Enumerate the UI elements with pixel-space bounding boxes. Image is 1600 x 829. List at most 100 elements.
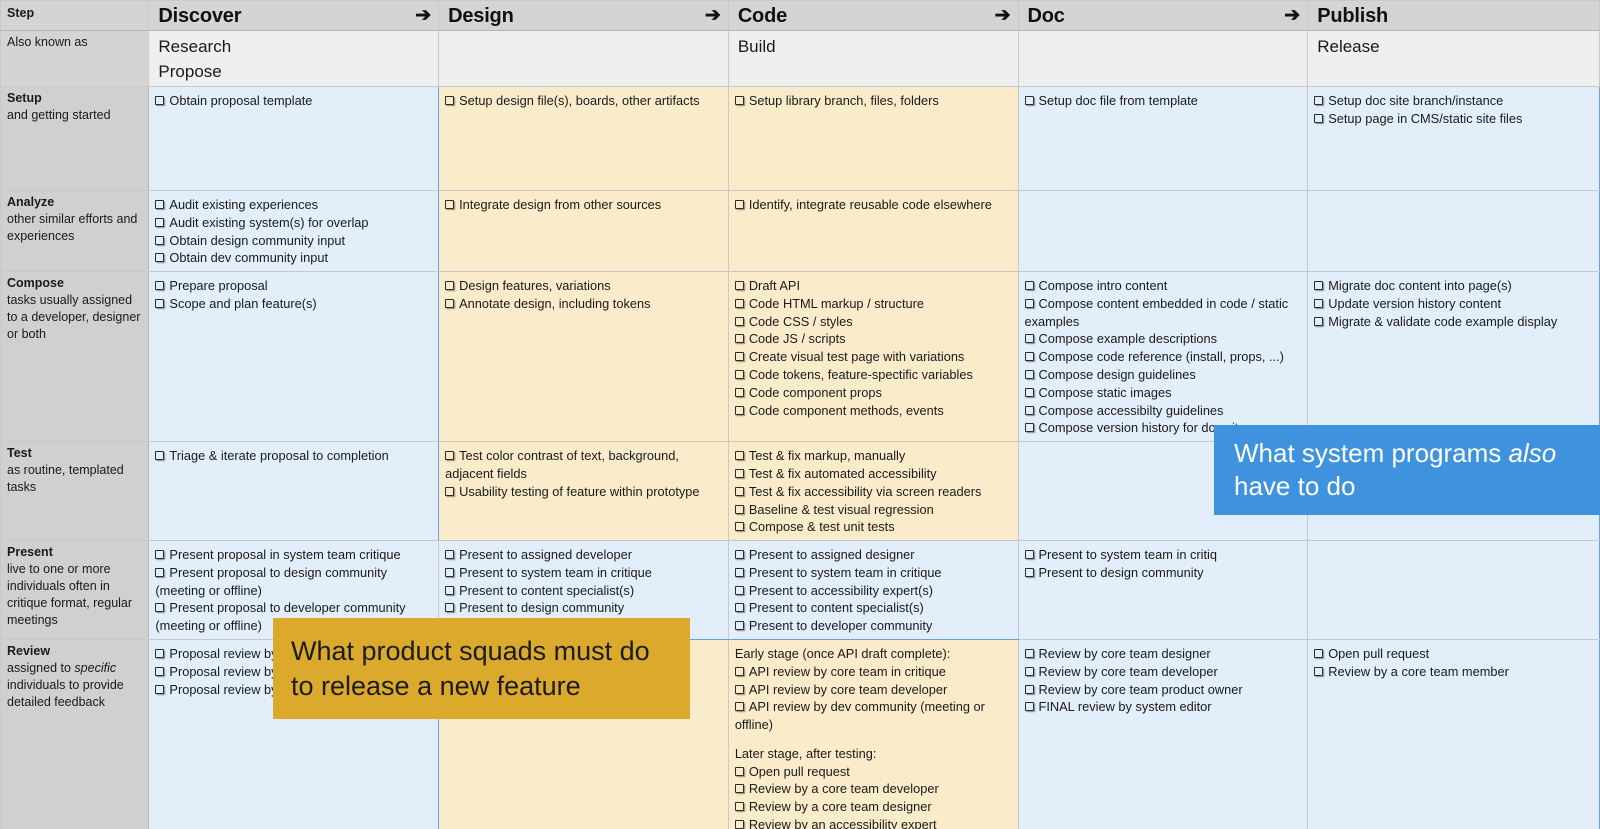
task-item[interactable]: Present to system team in critique	[445, 564, 722, 582]
task-item[interactable]: Audit existing system(s) for overlap	[155, 214, 432, 232]
task-item[interactable]: Review by core team developer	[1024, 663, 1302, 681]
checkbox-icon[interactable]	[1024, 281, 1034, 291]
checkbox-icon[interactable]	[155, 648, 165, 658]
checkbox-icon[interactable]	[445, 603, 455, 613]
checkbox-icon[interactable]	[734, 352, 744, 362]
task-item[interactable]: Present to design community	[445, 599, 722, 617]
checkbox-icon[interactable]	[734, 820, 744, 829]
checkbox-icon[interactable]	[155, 281, 165, 291]
task-item[interactable]: Code component methods, events	[734, 402, 1012, 420]
checkbox-icon[interactable]	[734, 387, 744, 397]
checkbox-icon[interactable]	[1314, 281, 1324, 291]
checkbox-icon[interactable]	[734, 486, 744, 496]
task-item[interactable]: Migrate & validate code example display	[1314, 313, 1593, 331]
task-item[interactable]: Test & fix accessibility via screen read…	[734, 483, 1012, 501]
checkbox-icon[interactable]	[155, 200, 165, 209]
task-item[interactable]: Annotate design, including tokens	[445, 295, 722, 313]
task-item[interactable]: Compose content embedded in code / stati…	[1024, 295, 1302, 331]
checkbox-icon[interactable]	[734, 468, 744, 478]
task-item[interactable]: Compose design guidelines	[1024, 366, 1302, 384]
task-item[interactable]: Obtain dev community input	[155, 249, 432, 267]
checkbox-icon[interactable]	[734, 316, 744, 326]
phase-header-publish[interactable]: Publish	[1307, 0, 1600, 31]
task-item[interactable]: Present to assigned developer	[445, 546, 722, 564]
checkbox-icon[interactable]	[1024, 352, 1034, 362]
task-item[interactable]: Review by core team designer	[1024, 645, 1302, 663]
task-item[interactable]: Present to design community	[1024, 564, 1302, 582]
checkbox-icon[interactable]	[445, 298, 455, 308]
task-item[interactable]: Present to content specialist(s)	[734, 599, 1012, 617]
checkbox-icon[interactable]	[445, 96, 455, 105]
checkbox-icon[interactable]	[155, 451, 165, 461]
checkbox-icon[interactable]	[445, 585, 455, 595]
task-item[interactable]: Present to system team in critique	[734, 564, 1012, 582]
checkbox-icon[interactable]	[734, 684, 744, 694]
task-item[interactable]: Present proposal to design community (me…	[155, 564, 432, 600]
checkbox-icon[interactable]	[1024, 370, 1034, 380]
checkbox-icon[interactable]	[445, 486, 455, 496]
task-item[interactable]: Scope and plan feature(s)	[155, 295, 432, 313]
checkbox-icon[interactable]	[445, 451, 455, 461]
checkbox-icon[interactable]	[1024, 423, 1034, 433]
task-item[interactable]: Integrate design from other sources	[445, 196, 722, 214]
checkbox-icon[interactable]	[445, 200, 455, 209]
checkbox-icon[interactable]	[445, 567, 455, 577]
task-item[interactable]: Review by a core team designer	[734, 798, 1012, 816]
checkbox-icon[interactable]	[734, 298, 744, 308]
checkbox-icon[interactable]	[155, 253, 165, 263]
checkbox-icon[interactable]	[1314, 113, 1324, 123]
checkbox-icon[interactable]	[155, 235, 165, 245]
checkbox-icon[interactable]	[734, 550, 744, 560]
checkbox-icon[interactable]	[155, 666, 165, 676]
task-item[interactable]: Setup library branch, files, folders	[734, 92, 1012, 110]
checkbox-icon[interactable]	[734, 504, 744, 514]
task-item[interactable]: Code HTML markup / structure	[734, 295, 1012, 313]
task-item[interactable]: Present to content specialist(s)	[445, 582, 722, 600]
phase-header-design[interactable]: Design ➔	[438, 0, 729, 31]
checkbox-icon[interactable]	[734, 702, 744, 712]
task-item[interactable]: Review by core team product owner	[1024, 681, 1302, 699]
task-item[interactable]: Obtain proposal template	[155, 92, 432, 110]
task-item[interactable]: Identify, integrate reusable code elsewh…	[734, 196, 1012, 214]
checkbox-icon[interactable]	[1024, 550, 1034, 560]
task-item[interactable]: Triage & iterate proposal to completion	[155, 447, 432, 465]
checkbox-icon[interactable]	[734, 802, 744, 812]
checkbox-icon[interactable]	[155, 550, 165, 560]
checkbox-icon[interactable]	[155, 298, 165, 308]
task-item[interactable]: Migrate doc content into page(s)	[1314, 277, 1593, 295]
checkbox-icon[interactable]	[734, 451, 744, 461]
checkbox-icon[interactable]	[1314, 96, 1324, 105]
checkbox-icon[interactable]	[1314, 316, 1324, 326]
task-item[interactable]: Test & fix automated accessibility	[734, 465, 1012, 483]
task-item[interactable]: Compose intro content	[1024, 277, 1302, 295]
checkbox-icon[interactable]	[1024, 567, 1034, 577]
checkbox-icon[interactable]	[734, 766, 744, 776]
task-item[interactable]: Draft API	[734, 277, 1012, 295]
checkbox-icon[interactable]	[155, 567, 165, 577]
checkbox-icon[interactable]	[734, 621, 744, 631]
phase-header-doc[interactable]: Doc ➔	[1017, 0, 1309, 31]
checkbox-icon[interactable]	[1314, 298, 1324, 308]
phase-header-discover[interactable]: Discover ➔	[148, 0, 440, 31]
task-item[interactable]: Audit existing experiences	[155, 196, 432, 214]
task-item[interactable]: Baseline & test visual regression	[734, 501, 1012, 519]
task-item[interactable]: Open pull request	[1314, 645, 1593, 663]
task-item[interactable]: Present to developer community	[734, 617, 1012, 635]
task-item[interactable]: Compose & test unit tests	[734, 518, 1012, 536]
checkbox-icon[interactable]	[734, 567, 744, 577]
task-item[interactable]: Compose static images	[1024, 384, 1302, 402]
checkbox-icon[interactable]	[734, 522, 744, 532]
task-item[interactable]: Review by an accessibility expert	[734, 816, 1012, 829]
task-item[interactable]: API review by core team developer	[734, 681, 1012, 699]
task-item[interactable]: Present to system team in critiq	[1024, 546, 1302, 564]
task-item[interactable]: API review by dev community (meeting or …	[734, 698, 1012, 734]
checkbox-icon[interactable]	[445, 550, 455, 560]
checkbox-icon[interactable]	[734, 370, 744, 380]
task-item[interactable]: Compose example descriptions	[1024, 330, 1302, 348]
checkbox-icon[interactable]	[734, 784, 744, 794]
task-item[interactable]: Prepare proposal	[155, 277, 432, 295]
task-item[interactable]: Test color contrast of text, background,…	[445, 447, 722, 483]
task-item[interactable]: Test & fix markup, manually	[734, 447, 1012, 465]
checkbox-icon[interactable]	[734, 405, 744, 415]
task-item[interactable]: Create visual test page with variations	[734, 348, 1012, 366]
